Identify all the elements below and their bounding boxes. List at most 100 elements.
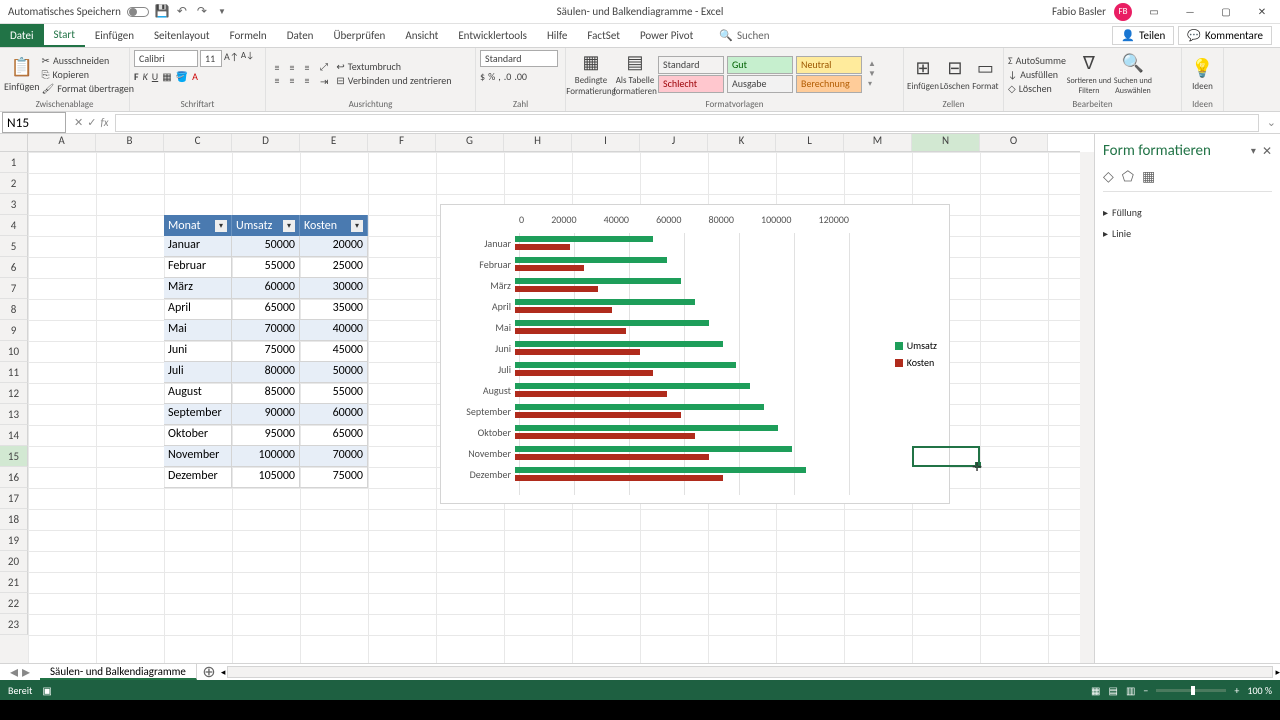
fill-color-icon[interactable]: 🪣 — [176, 70, 188, 83]
bold-button[interactable]: F — [134, 70, 139, 83]
row-header[interactable]: 22 — [0, 593, 28, 614]
ideas-button[interactable]: 💡Ideen — [1186, 50, 1219, 98]
table-row[interactable]: September9000060000 — [164, 404, 368, 425]
delete-cells-button[interactable]: ⊟Löschen — [940, 50, 970, 98]
align-top-icon[interactable]: ≡ — [270, 61, 284, 73]
column-header[interactable]: C — [164, 134, 232, 151]
column-header[interactable]: N — [912, 134, 980, 151]
line-section[interactable]: ▸Linie — [1103, 223, 1272, 244]
row-header[interactable]: 6 — [0, 257, 28, 278]
column-header[interactable]: G — [436, 134, 504, 151]
conditional-formatting-button[interactable]: ▦Bedingte Formatierung — [570, 50, 612, 98]
align-middle-icon[interactable]: ≡ — [285, 61, 299, 73]
vertical-scrollbar[interactable] — [1080, 152, 1094, 663]
table-header-monat[interactable]: Monat▾ — [164, 215, 232, 236]
next-sheet-icon[interactable]: ▸ — [22, 662, 30, 682]
column-header[interactable]: M — [844, 134, 912, 151]
hscroll-left-icon[interactable]: ◂ — [221, 667, 226, 678]
table-row[interactable]: März6000030000 — [164, 278, 368, 299]
bar-umsatz[interactable] — [515, 341, 723, 347]
row-header[interactable]: 13 — [0, 404, 28, 425]
avatar[interactable]: FB — [1114, 3, 1132, 21]
currency-icon[interactable]: $ — [480, 70, 485, 83]
number-format-combo[interactable]: Standard — [480, 50, 558, 67]
column-header[interactable]: E — [300, 134, 368, 151]
tab-factset[interactable]: FactSet — [577, 24, 630, 47]
indent-icon[interactable]: ⇥ — [320, 75, 328, 88]
font-color-icon[interactable]: A — [192, 70, 198, 83]
save-icon[interactable]: 💾 — [155, 5, 169, 19]
table-row[interactable]: August8500055000 — [164, 383, 368, 404]
column-header[interactable]: H — [504, 134, 572, 151]
styles-scroll-down-icon[interactable]: ▼ — [868, 69, 876, 79]
format-cells-button[interactable]: ▭Format — [972, 50, 999, 98]
bar-umsatz[interactable] — [515, 446, 792, 452]
zoom-out-icon[interactable]: − — [1143, 684, 1148, 697]
wrap-text-button[interactable]: ↩Textumbruch — [336, 60, 451, 73]
merge-center-button[interactable]: ⊟Verbinden und zentrieren — [336, 74, 451, 87]
row-header[interactable]: 2 — [0, 173, 28, 194]
bar-kosten[interactable] — [515, 433, 695, 439]
table-row[interactable]: Dezember10500075000 — [164, 467, 368, 488]
decrease-decimal-icon[interactable]: .00 — [514, 70, 527, 83]
bar-umsatz[interactable] — [515, 257, 667, 263]
tab-start[interactable]: Start — [44, 24, 85, 47]
bar-kosten[interactable] — [515, 286, 598, 292]
bar-kosten[interactable] — [515, 328, 626, 334]
tab-hilfe[interactable]: Hilfe — [537, 24, 577, 47]
row-header[interactable]: 17 — [0, 488, 28, 509]
bar-umsatz[interactable] — [515, 467, 806, 473]
copy-button[interactable]: ⎘Kopieren — [42, 68, 134, 81]
cell-style-standard[interactable]: Standard — [658, 56, 724, 74]
table-row[interactable]: Juli8000050000 — [164, 362, 368, 383]
maximize-icon[interactable]: ▢ — [1212, 2, 1240, 22]
fill-section[interactable]: ▸Füllung — [1103, 202, 1272, 223]
format-painter-button[interactable]: 🖌Format übertragen — [42, 82, 134, 95]
row-header[interactable]: 15 — [0, 446, 28, 467]
filter-dropdown-icon[interactable]: ▾ — [351, 220, 363, 232]
table-row[interactable]: Oktober9500065000 — [164, 425, 368, 446]
autosave-toggle[interactable] — [127, 7, 149, 17]
font-size-combo[interactable]: 11 — [200, 50, 222, 67]
row-header[interactable]: 8 — [0, 299, 28, 320]
row-header[interactable]: 10 — [0, 341, 28, 362]
tab-überprüfen[interactable]: Überprüfen — [323, 24, 395, 47]
cell-style-gut[interactable]: Gut — [727, 56, 793, 74]
cell-style-ausgabe[interactable]: Ausgabe — [727, 75, 793, 93]
increase-font-icon[interactable]: A↑ — [224, 50, 239, 67]
prev-sheet-icon[interactable]: ◂ — [10, 662, 18, 682]
column-header[interactable]: B — [96, 134, 164, 151]
row-header[interactable]: 19 — [0, 530, 28, 551]
row-header[interactable]: 18 — [0, 509, 28, 530]
bar-kosten[interactable] — [515, 475, 723, 481]
styles-scroll-up-icon[interactable]: ▲ — [868, 59, 876, 69]
add-sheet-button[interactable]: ⊕ — [197, 664, 221, 680]
table-row[interactable]: Juni7500045000 — [164, 341, 368, 362]
tab-power pivot[interactable]: Power Pivot — [630, 24, 703, 47]
column-header[interactable]: F — [368, 134, 436, 151]
normal-view-icon[interactable]: ▦ — [1091, 684, 1100, 697]
cut-button[interactable]: ✂Ausschneiden — [42, 54, 134, 67]
clear-button[interactable]: ◇Löschen — [1008, 82, 1066, 95]
column-header[interactable]: L — [776, 134, 844, 151]
bar-kosten[interactable] — [515, 412, 681, 418]
column-header[interactable]: D — [232, 134, 300, 151]
table-row[interactable]: November10000070000 — [164, 446, 368, 467]
cell-style-berechnung[interactable]: Berechnung — [796, 75, 862, 93]
table-row[interactable]: Februar5500025000 — [164, 257, 368, 278]
decrease-font-icon[interactable]: A↓ — [241, 50, 254, 67]
row-header[interactable]: 4 — [0, 215, 28, 236]
comments-button[interactable]: 💬Kommentare — [1178, 26, 1272, 45]
row-header[interactable]: 11 — [0, 362, 28, 383]
bar-kosten[interactable] — [515, 244, 570, 250]
cell-style-schlecht[interactable]: Schlecht — [658, 75, 724, 93]
bar-umsatz[interactable] — [515, 320, 709, 326]
bar-kosten[interactable] — [515, 391, 667, 397]
bar-umsatz[interactable] — [515, 236, 653, 242]
table-row[interactable]: Januar5000020000 — [164, 236, 368, 257]
bar-umsatz[interactable] — [515, 383, 750, 389]
worksheet-area[interactable]: ABCDEFGHIJKLMNO 123456789101112131415161… — [0, 134, 1094, 663]
paste-button[interactable]: 📋Einfügen — [4, 50, 40, 98]
row-header[interactable]: 16 — [0, 467, 28, 488]
tab-file[interactable]: Datei — [0, 24, 44, 47]
